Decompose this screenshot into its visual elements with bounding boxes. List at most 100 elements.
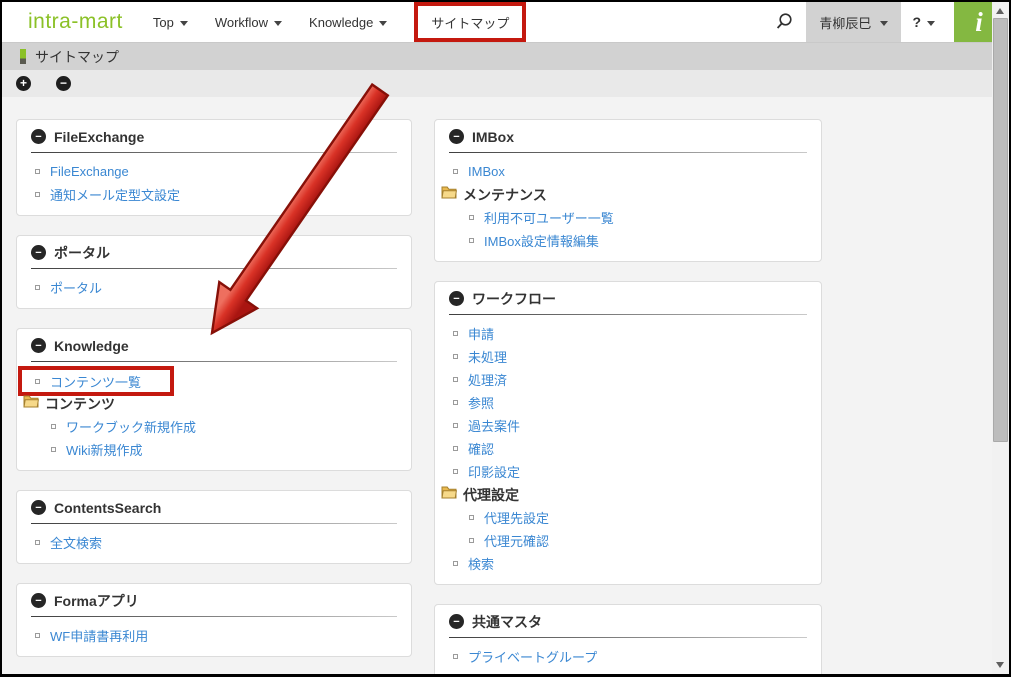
help-menu-button[interactable]: ? (901, 2, 946, 42)
panel-divider (449, 314, 807, 315)
sitemap-panel: −ContentsSearch 全文検索 (16, 490, 412, 564)
panel-title: 共通マスタ (472, 612, 542, 632)
square-bullet-icon (35, 192, 40, 197)
panel-header: −Knowledge (31, 337, 397, 354)
panel-title: Formaアプリ (54, 591, 139, 611)
sitemap-link[interactable]: 確認 (468, 439, 494, 458)
sitemap-content: −FileExchangeFileExchange通知メール定型文設定−ポータル… (2, 97, 1009, 677)
panel-title: FileExchange (54, 129, 144, 145)
sitemap-link-row: IMBox (449, 160, 807, 183)
sitemap-link[interactable]: 全文検索 (50, 533, 102, 552)
collapse-panel-icon[interactable]: − (31, 500, 46, 515)
square-bullet-icon (453, 354, 458, 359)
sitemap-link[interactable]: 印影設定 (468, 462, 520, 481)
intra-mart-logo: intra-mart (28, 2, 123, 42)
sitemap-right-column: −IMBoxIMBoxメンテナンス利用不可ユーザー一覧IMBox設定情報編集−ワ… (434, 119, 822, 677)
sitemap-link-row: ワークブック新規作成 (47, 415, 397, 438)
sitemap-link-row: 検索 (449, 552, 807, 575)
sitemap-link[interactable]: 参照 (468, 393, 494, 412)
sitemap-link[interactable]: プライベートグループ (468, 647, 597, 666)
sitemap-left-column: −FileExchangeFileExchange通知メール定型文設定−ポータル… (16, 119, 412, 677)
collapse-panel-icon[interactable]: − (31, 129, 46, 144)
expand-all-button[interactable]: + (16, 76, 31, 91)
sitemap-link-row: 通知メール定型文設定 (31, 183, 397, 206)
collapse-panel-icon[interactable]: − (31, 593, 46, 608)
sitemap-panel: −FileExchangeFileExchange通知メール定型文設定 (16, 119, 412, 216)
sitemap-panel: −IMBox IMBox メンテナンス利用不可ユーザー一覧 IMBox設定情報編集 (434, 119, 822, 262)
folder-icon (441, 485, 457, 504)
square-bullet-icon (35, 285, 40, 290)
sitemap-panel: −Formaアプリ WF申請書再利用 (16, 583, 412, 657)
panel-header: −Formaアプリ (31, 592, 397, 609)
panel-divider (31, 616, 397, 617)
square-bullet-icon (453, 400, 458, 405)
collapse-panel-icon[interactable]: − (31, 338, 46, 353)
sitemap-link-row: 申請 (449, 322, 807, 345)
panel-divider (449, 637, 807, 638)
search-button[interactable] (762, 2, 806, 42)
sitemap-link[interactable]: コンテンツ一覧 (50, 372, 141, 391)
sitemap-link[interactable]: 申請 (468, 324, 494, 343)
square-bullet-icon (453, 331, 458, 336)
nav-item-sitemap[interactable]: サイトマップ (414, 2, 526, 42)
sitemap-link-row: 代理先設定 (465, 506, 807, 529)
nav-item-top[interactable]: Top (153, 2, 188, 42)
nav-item-label: Top (153, 15, 174, 30)
sitemap-link[interactable]: 未処理 (468, 347, 507, 366)
top-navbar: intra-mart Top Workflow Knowledge サイトマップ… (2, 2, 1009, 43)
scroll-down-icon[interactable] (996, 662, 1004, 668)
sitemap-link[interactable]: ポータル (50, 278, 102, 297)
folder-label: メンテナンス (463, 185, 547, 205)
sitemap-link[interactable]: IMBox (468, 164, 505, 179)
sitemap-link-row: 過去案件 (449, 414, 807, 437)
sitemap-link[interactable]: ワークブック新規作成 (66, 417, 196, 436)
panel-header: −ContentsSearch (31, 499, 397, 516)
square-bullet-icon (35, 633, 40, 638)
sitemap-link-row: 利用不可ユーザー一覧 (465, 206, 807, 229)
panel-divider (31, 152, 397, 153)
collapse-panel-icon[interactable]: − (31, 245, 46, 260)
nav-item-label: Knowledge (309, 15, 373, 30)
sitemap-link-row: プライベートグループ (449, 645, 807, 668)
sitemap-link[interactable]: 検索 (468, 554, 494, 573)
sitemap-link-row: 確認 (449, 437, 807, 460)
folder-icon (23, 394, 39, 413)
collapse-all-button[interactable]: − (56, 76, 71, 91)
panel-divider (31, 268, 397, 269)
app-icon-letter: i (975, 7, 983, 38)
square-bullet-icon (469, 238, 474, 243)
sitemap-link[interactable]: 通知メール定型文設定 (50, 185, 180, 204)
nav-item-knowledge[interactable]: Knowledge (309, 2, 387, 42)
sitemap-link[interactable]: Wiki新規作成 (66, 440, 143, 459)
panel-header: −IMBox (449, 128, 807, 145)
scroll-up-icon[interactable] (996, 8, 1004, 14)
sitemap-link[interactable]: IMBox設定情報編集 (484, 231, 599, 250)
collapse-panel-icon[interactable]: − (449, 291, 464, 306)
scrollbar-thumb[interactable] (993, 18, 1008, 442)
collapse-panel-icon[interactable]: − (449, 614, 464, 629)
collapse-panel-icon[interactable]: − (449, 129, 464, 144)
vertical-scrollbar[interactable] (992, 2, 1009, 674)
sitemap-link-row: ポータル (31, 276, 397, 299)
sitemap-link[interactable]: 代理先設定 (484, 508, 549, 527)
panel-divider (31, 523, 397, 524)
panel-divider (31, 361, 397, 362)
sitemap-link-row: 未処理 (449, 345, 807, 368)
sitemap-link[interactable]: 代理元確認 (484, 531, 549, 550)
sitemap-link[interactable]: FileExchange (50, 164, 129, 179)
user-menu-button[interactable]: 青柳辰巳 (806, 2, 901, 42)
sitemap-panel: −Knowledgeコンテンツ一覧コンテンツワークブック新規作成Wiki新規作成 (16, 328, 412, 471)
folder-row: メンテナンス (441, 183, 807, 206)
sitemap-link[interactable]: 利用不可ユーザー一覧 (484, 208, 614, 227)
nav-item-workflow[interactable]: Workflow (215, 2, 282, 42)
sitemap-link-row: WF申請書再利用 (31, 624, 397, 647)
sitemap-link[interactable]: WF申請書再利用 (50, 626, 148, 645)
sitemap-link[interactable]: 処理済 (468, 370, 507, 389)
application-window: intra-mart Top Workflow Knowledge サイトマップ… (0, 0, 1011, 677)
search-icon (773, 11, 795, 33)
folder-row: 代理設定 (441, 483, 807, 506)
panel-divider (449, 152, 807, 153)
sitemap-link[interactable]: 過去案件 (468, 416, 520, 435)
square-bullet-icon (453, 654, 458, 659)
square-bullet-icon (51, 447, 56, 452)
